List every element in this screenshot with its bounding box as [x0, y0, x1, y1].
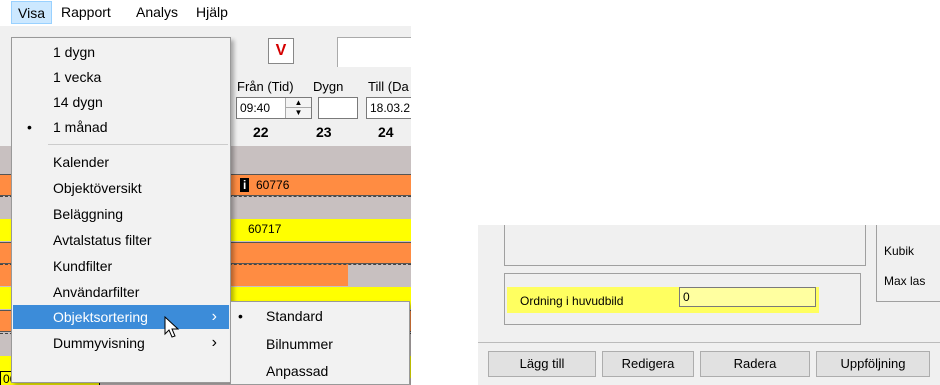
menu-item-1-vecka[interactable]: 1 vecka: [13, 65, 229, 89]
ordning-label: Ordning i huvudbild: [520, 294, 624, 308]
info-icon[interactable]: i: [240, 178, 250, 192]
spin-down-icon[interactable]: ▼: [286, 108, 311, 118]
day-number: 22: [253, 124, 269, 140]
menu-item-kundfilter[interactable]: Kundfilter: [13, 254, 229, 278]
max-last-label: Max las: [884, 274, 926, 288]
ordning-input[interactable]: 0: [679, 287, 816, 307]
uppfoljning-button[interactable]: Uppföljning: [816, 351, 930, 377]
menu-analys[interactable]: Analys: [136, 4, 178, 20]
menu-item-kalender[interactable]: Kalender: [13, 150, 229, 174]
v-button[interactable]: V: [268, 38, 294, 64]
object-dialog: Ordning i huvudbild 0 Kubik Max las Lägg…: [478, 225, 940, 385]
toolbar-panel: [337, 37, 411, 67]
dygn-input[interactable]: [318, 97, 358, 119]
divider: [478, 342, 940, 343]
menu-item-1-manad[interactable]: 1 månad: [13, 115, 229, 139]
menu-item-belaggning[interactable]: Beläggning: [13, 202, 229, 226]
booking-id: 60776: [256, 178, 290, 192]
radera-button[interactable]: Radera: [700, 351, 810, 377]
time-spinner[interactable]: ▲ ▼: [285, 98, 311, 118]
booking-id: 60717: [248, 222, 282, 236]
menu-separator: [48, 144, 228, 145]
menu-item-14-dygn[interactable]: 14 dygn: [13, 90, 229, 114]
day-number: 24: [378, 124, 394, 140]
redigera-button[interactable]: Redigera: [602, 351, 694, 377]
spin-up-icon[interactable]: ▲: [286, 98, 311, 108]
menu-visa[interactable]: Visa: [11, 1, 52, 24]
till-date-input[interactable]: 18.03.2: [366, 97, 411, 119]
group-box: [504, 225, 866, 266]
kubik-label: Kubik: [884, 244, 915, 258]
group-box: [876, 225, 940, 302]
submenu-item-bilnummer[interactable]: Bilnummer: [232, 332, 408, 356]
objektsortering-submenu: Standard Bilnummer Anpassad: [230, 301, 410, 385]
main-app-window: Visa Rapport Analys Hjälp V Från (Tid) D…: [0, 0, 411, 385]
menu-item-dummyvisning[interactable]: Dummyvisning: [13, 331, 229, 355]
menu-item-anvandarfilter[interactable]: Användarfilter: [13, 280, 229, 304]
header-fran-tid: Från (Tid): [237, 79, 294, 94]
menu-bar: Visa Rapport Analys Hjälp: [0, 0, 411, 26]
menu-hjalp[interactable]: Hjälp: [196, 4, 228, 20]
menu-item-objektoversikt[interactable]: Objektöversikt: [13, 176, 229, 200]
submenu-item-anpassad[interactable]: Anpassad: [232, 359, 408, 383]
menu-item-1-dygn[interactable]: 1 dygn: [13, 40, 229, 64]
menu-item-avtalstatus-filter[interactable]: Avtalstatus filter: [13, 228, 229, 252]
mouse-cursor-icon: [164, 316, 180, 338]
header-dygn: Dygn: [313, 79, 344, 94]
menu-item-objektsortering[interactable]: Objektsortering: [13, 305, 229, 329]
visa-dropdown-menu: 1 dygn 1 vecka 14 dygn 1 månad Kalender …: [11, 37, 231, 383]
day-number: 23: [316, 124, 332, 140]
lagg-till-button[interactable]: Lägg till: [488, 351, 596, 377]
menu-rapport[interactable]: Rapport: [61, 4, 111, 20]
header-till: Till (Da: [368, 79, 409, 94]
submenu-item-standard[interactable]: Standard: [232, 304, 408, 328]
